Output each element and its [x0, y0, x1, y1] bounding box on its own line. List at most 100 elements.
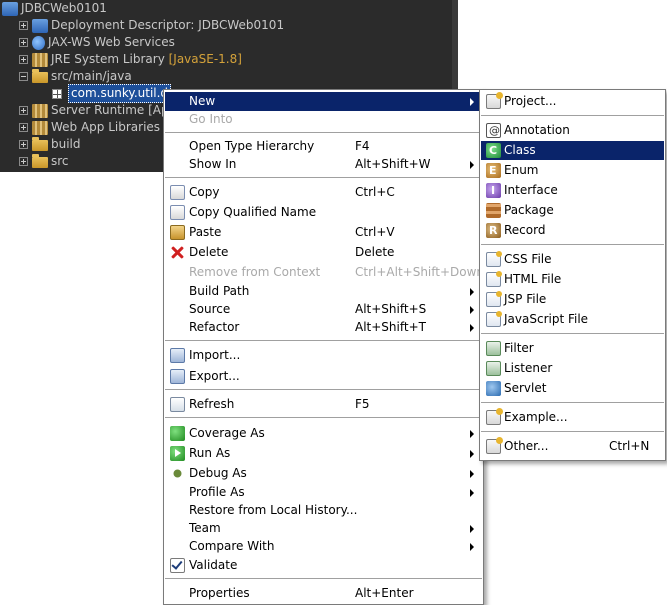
menu-item-refresh[interactable]: Refresh F5: [165, 395, 482, 414]
menu-separator: [165, 389, 482, 391]
menu-item-show-in[interactable]: Show In Alt+Shift+W: [165, 155, 482, 174]
menu-item-label: Class: [504, 143, 536, 157]
menu-item-shortcut: F5: [355, 397, 370, 411]
menu-item-shortcut: F4: [355, 139, 370, 153]
tree-item-jre-library[interactable]: JRE System Library [JavaSE-1.8]: [19, 51, 242, 68]
menu-item-label: Restore from Local History...: [189, 503, 358, 517]
menu-item-validate[interactable]: Validate: [165, 556, 482, 575]
submenu-arrow-icon: [470, 306, 474, 314]
tree-item-src-main-java[interactable]: src/main/java: [19, 68, 132, 85]
menu-item-coverage-as[interactable]: Coverage As: [165, 424, 482, 443]
expand-icon[interactable]: [19, 140, 28, 149]
menu-item-label: Remove from Context: [189, 265, 321, 279]
menu-item-label: New: [189, 94, 216, 108]
tree-item-build[interactable]: build: [19, 136, 81, 153]
submenu-item-enum[interactable]: Enum: [481, 161, 664, 180]
menu-item-run-as[interactable]: Run As: [165, 444, 482, 463]
menu-item-label: Enum: [504, 163, 539, 177]
library-icon: [32, 52, 48, 67]
menu-item-shortcut: Alt+Shift+S: [355, 302, 427, 316]
submenu-item-class[interactable]: Class: [481, 141, 664, 160]
expand-icon[interactable]: [19, 38, 28, 47]
menu-item-source[interactable]: Source Alt+Shift+S: [165, 300, 482, 319]
menu-item-shortcut: Ctrl+Alt+Shift+Down: [355, 265, 485, 279]
submenu-item-other[interactable]: Other... Ctrl+N: [481, 437, 664, 456]
tree-item-project-root[interactable]: JDBCWeb0101: [2, 0, 107, 17]
menu-item-label: Copy: [189, 185, 220, 199]
submenu-arrow-icon: [470, 525, 474, 533]
expand-icon[interactable]: [19, 106, 28, 115]
menu-item-new[interactable]: New: [165, 92, 482, 111]
menu-item-paste[interactable]: Paste Ctrl+V: [165, 223, 482, 242]
submenu-item-interface[interactable]: Interface: [481, 181, 664, 200]
expand-icon[interactable]: [19, 157, 28, 166]
tree-item-src[interactable]: src: [19, 153, 69, 170]
submenu-item-javascript-file[interactable]: JavaScript File: [481, 310, 664, 329]
menu-item-label: Project...: [504, 94, 557, 108]
menu-item-go-into[interactable]: Go Into: [165, 110, 482, 129]
menu-item-copy-qualified-name[interactable]: Copy Qualified Name: [165, 203, 482, 222]
menu-item-build-path[interactable]: Build Path: [165, 282, 482, 301]
menu-item-label: Annotation: [504, 123, 570, 137]
library-icon: [32, 120, 48, 135]
submenu-item-project[interactable]: Project...: [481, 92, 664, 111]
menu-item-label: Listener: [504, 361, 553, 375]
tree-item-jaxws[interactable]: JAX-WS Web Services: [19, 34, 175, 51]
menu-separator: [481, 115, 664, 117]
menu-item-restore-local-history[interactable]: Restore from Local History...: [165, 501, 482, 520]
menu-item-debug-as[interactable]: Debug As: [165, 464, 482, 483]
menu-item-delete[interactable]: Delete Delete: [165, 243, 482, 262]
submenu-item-html-file[interactable]: HTML File: [481, 270, 664, 289]
submenu-item-filter[interactable]: Filter: [481, 339, 664, 358]
folder-icon: [32, 154, 48, 168]
tree-item-deployment-descriptor[interactable]: Deployment Descriptor: JDBCWeb0101: [19, 17, 284, 34]
annotation-icon: [486, 121, 501, 140]
servlet-icon: [486, 381, 501, 396]
menu-item-label: HTML File: [504, 272, 562, 286]
menu-item-label: Filter: [504, 341, 534, 355]
submenu-item-package[interactable]: Package: [481, 201, 664, 220]
submenu-item-listener[interactable]: Listener: [481, 359, 664, 378]
submenu-arrow-icon: [470, 470, 474, 478]
tree-item-annotation: [JavaSE-1.8]: [168, 52, 242, 66]
menu-item-shortcut: Ctrl+C: [355, 185, 395, 199]
menu-item-shortcut: Ctrl+V: [355, 225, 395, 239]
tree-item-web-app-libraries[interactable]: Web App Libraries: [19, 119, 160, 136]
expand-icon[interactable]: [19, 55, 28, 64]
menu-item-export[interactable]: Export...: [165, 367, 482, 386]
enum-icon: [486, 161, 501, 180]
submenu-item-record[interactable]: Record: [481, 221, 664, 240]
copy-qualified-name-icon: [170, 205, 185, 220]
menu-item-open-type-hierarchy[interactable]: Open Type Hierarchy F4: [165, 137, 482, 156]
menu-item-copy[interactable]: Copy Ctrl+C: [165, 183, 482, 202]
menu-item-profile-as[interactable]: Profile As: [165, 483, 482, 502]
expand-icon[interactable]: [19, 123, 28, 132]
menu-item-label: Compare With: [189, 539, 275, 553]
menu-item-remove-from-context[interactable]: Remove from Context Ctrl+Alt+Shift+Down: [165, 263, 485, 282]
submenu-item-annotation[interactable]: Annotation: [481, 121, 664, 140]
submenu-item-css-file[interactable]: CSS File: [481, 250, 664, 269]
submenu-arrow-icon: [470, 324, 474, 332]
menu-item-team[interactable]: Team: [165, 519, 482, 538]
jsp-file-icon: [486, 291, 502, 307]
record-icon: [486, 221, 501, 240]
menu-item-refactor[interactable]: Refactor Alt+Shift+T: [165, 318, 482, 337]
tree-item-label: Deployment Descriptor: JDBCWeb0101: [51, 18, 285, 32]
menu-item-compare-with[interactable]: Compare With: [165, 537, 482, 556]
tree-item-package-selected[interactable]: com.sunky.util.d: [52, 84, 172, 103]
menu-item-properties[interactable]: Properties Alt+Enter: [165, 584, 482, 603]
submenu-item-servlet[interactable]: Servlet: [481, 379, 664, 398]
listener-icon: [486, 361, 501, 376]
submenu-item-example[interactable]: Example...: [481, 408, 664, 427]
submenu-arrow-icon: [470, 161, 474, 169]
folder-icon: [32, 137, 48, 151]
new-submenu: Project... Annotation Class Enum Interfa…: [479, 89, 666, 461]
expand-icon[interactable]: [19, 21, 28, 30]
menu-item-label: Coverage As: [189, 426, 265, 440]
submenu-item-jsp-file[interactable]: JSP File: [481, 290, 664, 309]
tree-item-server-runtime[interactable]: Server Runtime [Ap: [19, 102, 169, 119]
menu-item-shortcut: Delete: [355, 245, 395, 259]
menu-item-import[interactable]: Import...: [165, 346, 482, 365]
tree-item-label: build: [51, 137, 81, 151]
collapse-icon[interactable]: [19, 72, 28, 81]
